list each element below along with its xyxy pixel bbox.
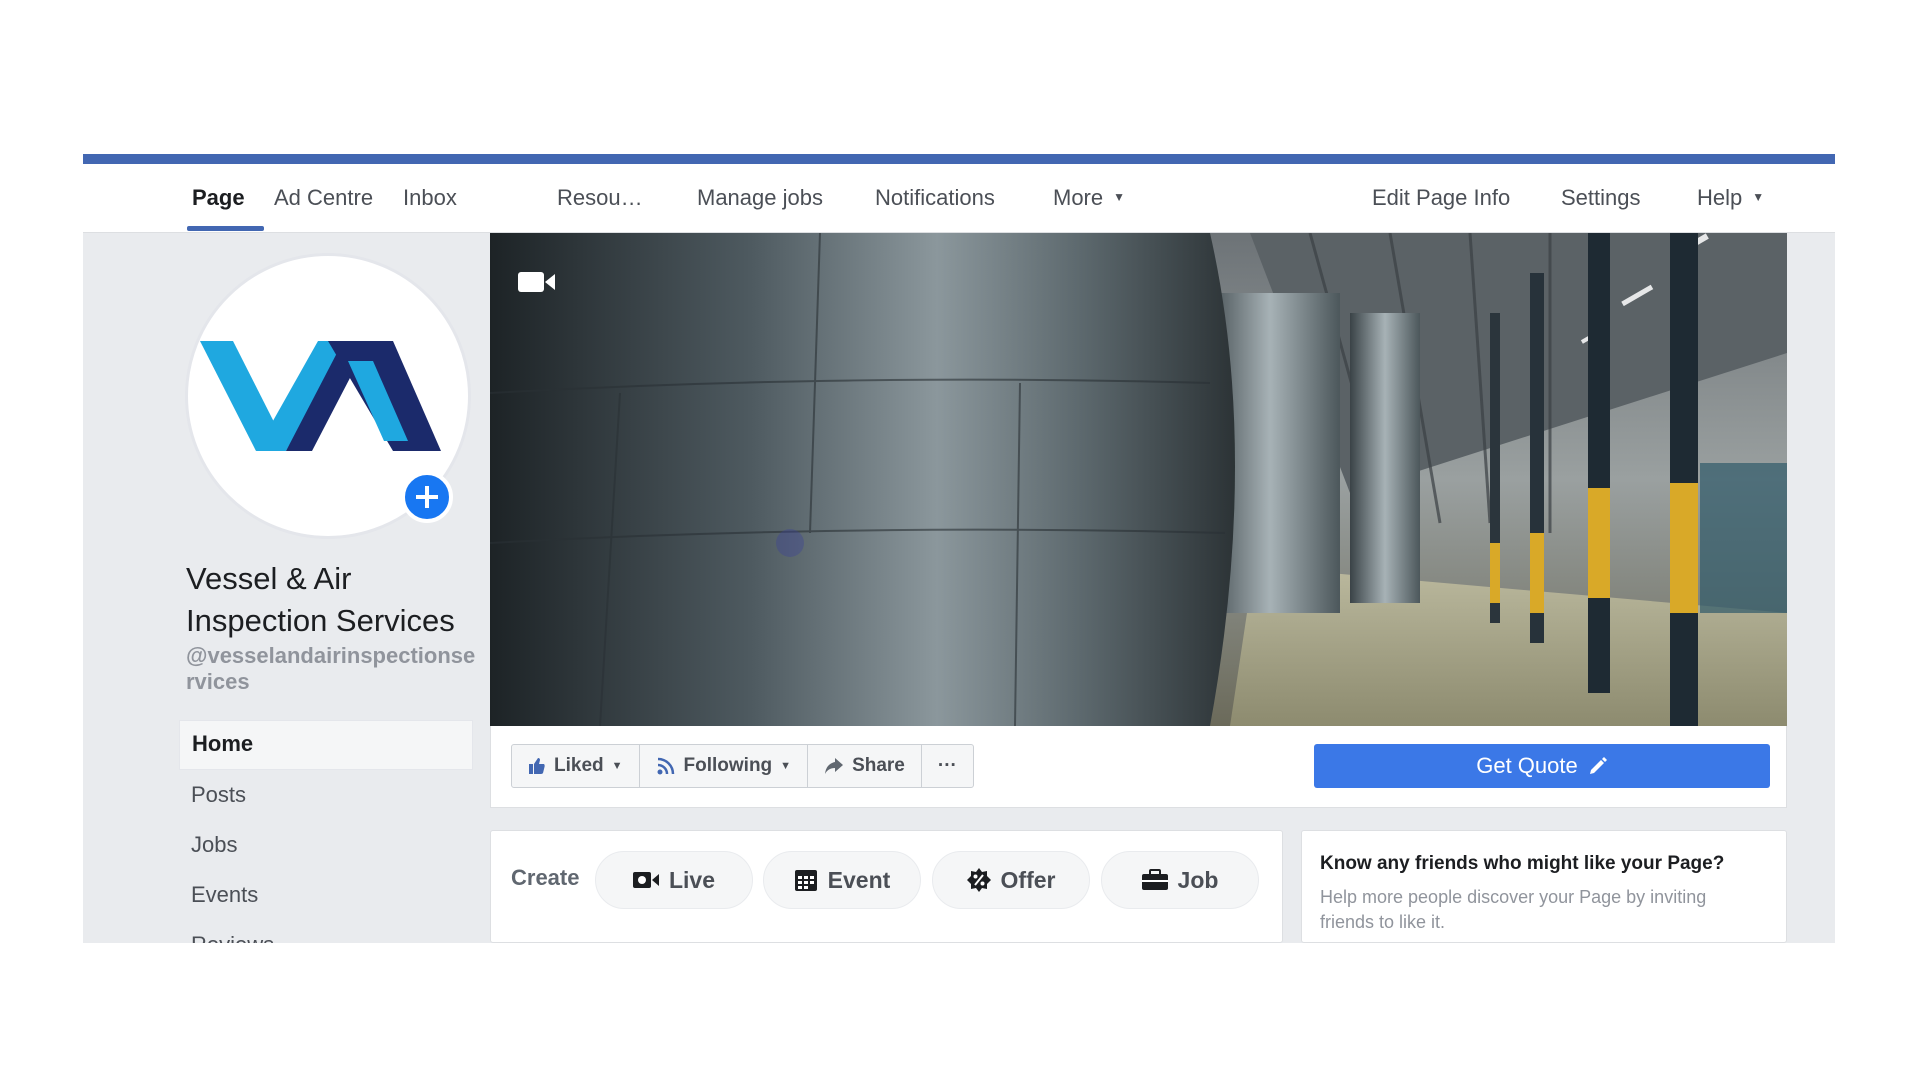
invite-friends-text: Help more people discover your Page by i… bbox=[1320, 887, 1707, 932]
cover-video[interactable] bbox=[490, 233, 1787, 726]
briefcase-icon bbox=[1141, 869, 1168, 890]
nav-item-jobs[interactable]: Jobs bbox=[179, 822, 473, 870]
tab-help[interactable]: Help ▼ bbox=[1697, 164, 1764, 232]
nav-item-posts[interactable]: Posts bbox=[179, 772, 473, 820]
caret-down-icon: ▼ bbox=[780, 760, 792, 772]
create-job-button[interactable]: Job bbox=[1101, 851, 1259, 909]
invite-friends-card: Know any friends who might like your Pag… bbox=[1301, 830, 1787, 943]
more-options-button[interactable]: ··· bbox=[922, 745, 973, 787]
share-label: Share bbox=[852, 755, 905, 776]
more-dots-icon: ··· bbox=[937, 755, 957, 776]
nav-item-home[interactable]: Home bbox=[179, 720, 473, 770]
action-button-group: Liked ▼ Following ▼ Share ··· bbox=[511, 744, 974, 788]
live-video-icon bbox=[632, 872, 659, 888]
calendar-icon bbox=[794, 870, 817, 891]
video-camera-icon bbox=[518, 272, 555, 292]
tab-page[interactable]: Page bbox=[192, 164, 245, 232]
caret-down-icon: ▼ bbox=[611, 760, 623, 772]
tab-notifications[interactable]: Notifications bbox=[875, 164, 995, 232]
rss-feed-icon bbox=[657, 757, 674, 775]
event-label: Event bbox=[827, 866, 891, 893]
tab-ad-centre[interactable]: Ad Centre bbox=[274, 164, 373, 232]
share-arrow-icon bbox=[825, 758, 844, 774]
cover-image bbox=[490, 233, 1787, 726]
page-handle[interactable]: @vesselandairinspectionservices bbox=[186, 643, 476, 695]
invite-friends-title: Know any friends who might like your Pag… bbox=[1320, 853, 1725, 874]
tab-help-label: Help bbox=[1697, 185, 1743, 210]
create-event-button[interactable]: Event bbox=[763, 851, 921, 909]
top-brand-bar bbox=[83, 154, 1835, 164]
tab-more-label: More bbox=[1053, 185, 1104, 210]
active-tab-indicator bbox=[187, 226, 264, 231]
tab-resources[interactable]: Resou… bbox=[557, 164, 643, 232]
left-column: Vessel & Air Inspection Services @vessel… bbox=[83, 233, 488, 943]
tab-more[interactable]: More ▼ bbox=[1053, 164, 1125, 232]
nav-item-reviews[interactable]: Reviews bbox=[179, 922, 473, 943]
caret-down-icon: ▼ bbox=[1752, 190, 1765, 205]
liked-label: Liked bbox=[554, 755, 604, 776]
tab-manage-jobs[interactable]: Manage jobs bbox=[697, 164, 823, 232]
page-nav: Home Posts Jobs Events Reviews bbox=[179, 720, 473, 943]
thumbs-up-icon bbox=[529, 758, 545, 774]
add-photo-button[interactable] bbox=[401, 471, 453, 523]
job-label: Job bbox=[1177, 866, 1219, 893]
following-button[interactable]: Following ▼ bbox=[640, 745, 809, 787]
tab-edit-page-info[interactable]: Edit Page Info bbox=[1372, 164, 1510, 232]
tab-settings[interactable]: Settings bbox=[1561, 164, 1641, 232]
following-label: Following bbox=[683, 755, 773, 776]
pencil-icon bbox=[1589, 757, 1607, 774]
create-offer-button[interactable]: Offer bbox=[932, 851, 1090, 909]
liked-button[interactable]: Liked ▼ bbox=[512, 745, 640, 787]
page-name: Vessel & Air Inspection Services bbox=[186, 561, 455, 638]
get-quote-button[interactable]: Get Quote bbox=[1314, 744, 1770, 788]
create-live-button[interactable]: Live bbox=[595, 851, 753, 909]
page-action-bar: Liked ▼ Following ▼ Share ··· Get Quote bbox=[490, 726, 1787, 808]
create-label: Create bbox=[511, 865, 580, 890]
tab-inbox[interactable]: Inbox bbox=[403, 164, 457, 232]
plus-icon bbox=[416, 486, 438, 508]
create-card: Create Live Event Offer Job bbox=[490, 830, 1283, 943]
caret-down-icon: ▼ bbox=[1113, 190, 1126, 205]
nav-item-events[interactable]: Events bbox=[179, 872, 473, 920]
live-label: Live bbox=[668, 866, 716, 893]
facebook-page-frame: Page Ad Centre Inbox Resou… Manage jobs … bbox=[83, 154, 1835, 943]
page-tab-bar: Page Ad Centre Inbox Resou… Manage jobs … bbox=[83, 164, 1835, 233]
get-quote-label: Get Quote bbox=[1476, 753, 1578, 778]
offer-tag-icon bbox=[966, 868, 991, 892]
offer-label: Offer bbox=[1000, 866, 1056, 893]
share-button[interactable]: Share bbox=[808, 745, 922, 787]
